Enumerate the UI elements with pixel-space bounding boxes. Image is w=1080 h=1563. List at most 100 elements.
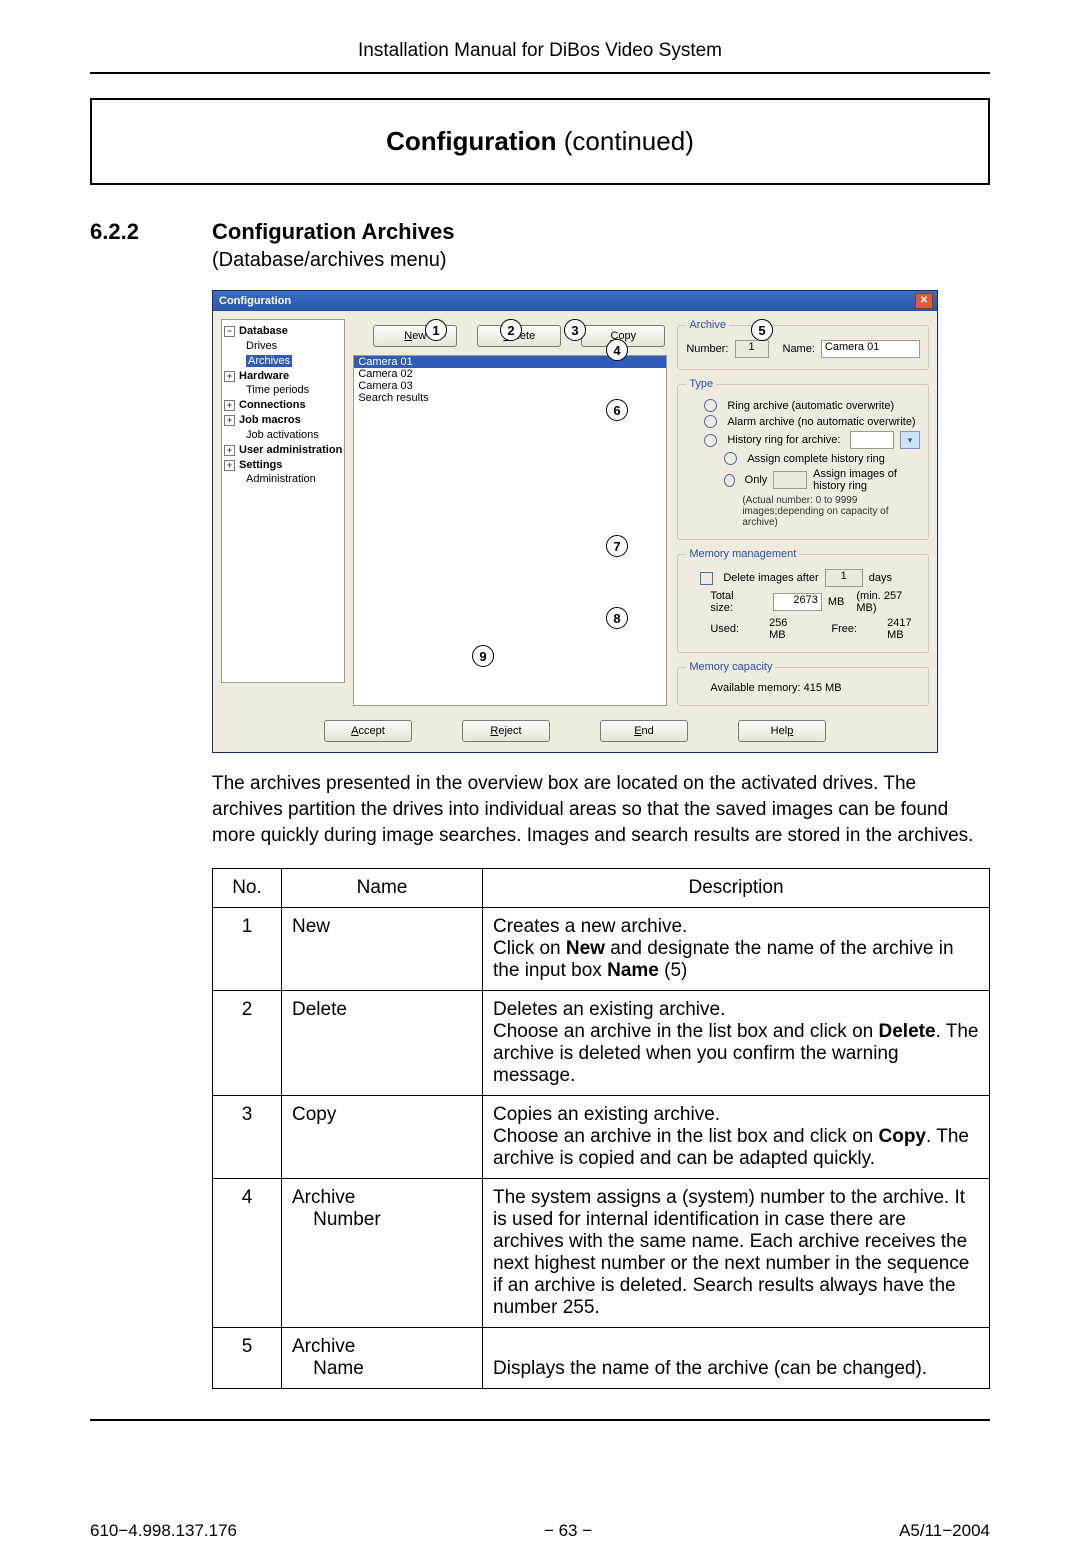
tree-job-activations[interactable]: Job activations — [224, 428, 342, 443]
th-name: Name — [282, 868, 483, 907]
radio-history[interactable] — [704, 434, 717, 447]
radio-assign-all[interactable] — [724, 452, 737, 465]
nav-tree[interactable]: −Database Drives Archives +Hardware Time… — [221, 319, 345, 683]
number-label: Number: — [686, 343, 728, 355]
tree-administration[interactable]: Administration — [224, 472, 342, 487]
memory-capacity-group: Memory capacity Available memory: 415 MB — [677, 661, 929, 706]
type-legend: Type — [686, 378, 716, 390]
name-label: Name: — [783, 343, 815, 355]
only-label2: Assign images of history ring — [813, 468, 920, 492]
radio-ring[interactable] — [704, 399, 717, 412]
only-label: Only — [745, 474, 768, 486]
table-name: Delete — [282, 990, 483, 1095]
name-field[interactable]: Camera 01 — [821, 340, 920, 358]
available-memory: Available memory: 415 MB — [710, 682, 920, 694]
memory-mgmt-group: Memory management Delete images after 1 … — [677, 548, 929, 653]
accept-button[interactable]: Accept — [324, 720, 412, 742]
callout-6: 6 — [606, 399, 628, 421]
list-item[interactable]: Camera 03 — [354, 380, 666, 392]
callout-4: 4 — [606, 339, 628, 361]
memmgmt-legend: Memory management — [686, 548, 799, 560]
description-table: No. Name Description 1NewCreates a new a… — [212, 868, 990, 1389]
section-number: 6.2.2 — [90, 219, 170, 245]
table-name: Archive Number — [282, 1178, 483, 1327]
delete-after-label: Delete images after — [723, 572, 818, 584]
running-head: Installation Manual for DiBos Video Syst… — [90, 40, 990, 62]
history-select[interactable] — [850, 431, 894, 449]
callout-1: 1 — [425, 319, 447, 341]
footer-left: 610−4.998.137.176 — [90, 1521, 237, 1541]
tree-database[interactable]: Database — [239, 325, 288, 337]
callout-5: 5 — [751, 319, 773, 341]
number-field: 1 — [735, 340, 769, 358]
table-no: 1 — [213, 907, 282, 990]
th-desc: Description — [483, 868, 990, 907]
dialog-title: Configuration — [219, 295, 291, 307]
footer-center: − 63 − — [544, 1521, 592, 1541]
tree-time-periods[interactable]: Time periods — [224, 383, 342, 398]
table-no: 5 — [213, 1327, 282, 1388]
delete-after-checkbox[interactable] — [700, 572, 713, 585]
type-group: Type Ring archive (automatic overwrite) … — [677, 378, 929, 540]
chapter-title-bold: Configuration — [386, 126, 556, 156]
section-title: Configuration Archives — [212, 219, 454, 245]
list-item[interactable]: Camera 02 — [354, 368, 666, 380]
callout-8: 8 — [606, 607, 628, 629]
config-dialog: 1 2 3 4 5 6 7 8 9 Configuration ✕ −Datab… — [212, 290, 938, 753]
cap-legend: Memory capacity — [686, 661, 775, 673]
used-label: Used: — [710, 623, 739, 635]
table-name: New — [282, 907, 483, 990]
th-no: No. — [213, 868, 282, 907]
table-no: 3 — [213, 1095, 282, 1178]
callout-9: 9 — [472, 645, 494, 667]
top-rule — [90, 72, 990, 74]
used-value: 256 MB — [769, 617, 797, 641]
actual-note: (Actual number: 0 to 9999 images;dependi… — [742, 495, 920, 528]
tree-job-macros[interactable]: Job macros — [239, 414, 301, 426]
table-desc: The system assigns a (system) number to … — [483, 1178, 990, 1327]
history-label: History ring for archive: — [727, 434, 840, 446]
table-no: 2 — [213, 990, 282, 1095]
table-name: Copy — [282, 1095, 483, 1178]
callout-2: 2 — [500, 319, 522, 341]
chapter-title-box: Configuration (continued) — [90, 98, 990, 185]
help-button[interactable]: Help — [738, 720, 826, 742]
table-desc: Displays the name of the archive (can be… — [483, 1327, 990, 1388]
ring-label: Ring archive (automatic overwrite) — [727, 400, 894, 412]
tree-drives[interactable]: Drives — [224, 339, 342, 354]
section-subtitle: (Database/archives menu) — [212, 249, 990, 272]
assign-label: Assign complete history ring — [747, 453, 885, 465]
table-desc: Deletes an existing archive.Choose an ar… — [483, 990, 990, 1095]
days-label: days — [869, 572, 892, 584]
min-label: (min. 257 MB) — [856, 590, 920, 614]
total-size-field[interactable]: 2673 — [773, 593, 822, 611]
tree-connections[interactable]: Connections — [239, 399, 306, 411]
alarm-label: Alarm archive (no automatic overwrite) — [727, 416, 915, 428]
dialog-titlebar: Configuration ✕ — [213, 291, 937, 311]
reject-button[interactable]: Reject — [462, 720, 550, 742]
only-field — [773, 471, 807, 489]
footer-right: A5/11−2004 — [899, 1521, 990, 1541]
free-label: Free: — [831, 623, 857, 635]
table-name: Archive Name — [282, 1327, 483, 1388]
tree-hardware[interactable]: Hardware — [239, 370, 289, 382]
tree-settings[interactable]: Settings — [239, 459, 282, 471]
tree-user-admin[interactable]: User administration — [239, 444, 342, 456]
table-no: 4 — [213, 1178, 282, 1327]
archive-legend: Archive — [686, 319, 729, 331]
callout-7: 7 — [606, 535, 628, 557]
mb-label: MB — [828, 596, 845, 608]
table-desc: Creates a new archive.Click on New and d… — [483, 907, 990, 990]
total-size-label: Total size: — [710, 590, 755, 614]
archive-group: Archive Number: 1 Name: Camera 01 — [677, 319, 929, 370]
end-button[interactable]: End — [600, 720, 688, 742]
chevron-down-icon[interactable]: ▾ — [900, 431, 920, 449]
radio-alarm[interactable] — [704, 415, 717, 428]
callout-3: 3 — [564, 319, 586, 341]
delete-days-field[interactable]: 1 — [825, 569, 863, 587]
body-paragraph: The archives presented in the overview b… — [212, 771, 990, 850]
radio-only[interactable] — [724, 474, 734, 487]
close-icon[interactable]: ✕ — [915, 293, 933, 309]
tree-archives[interactable]: Archives — [246, 355, 292, 367]
chapter-title-cont: (continued) — [557, 126, 694, 156]
